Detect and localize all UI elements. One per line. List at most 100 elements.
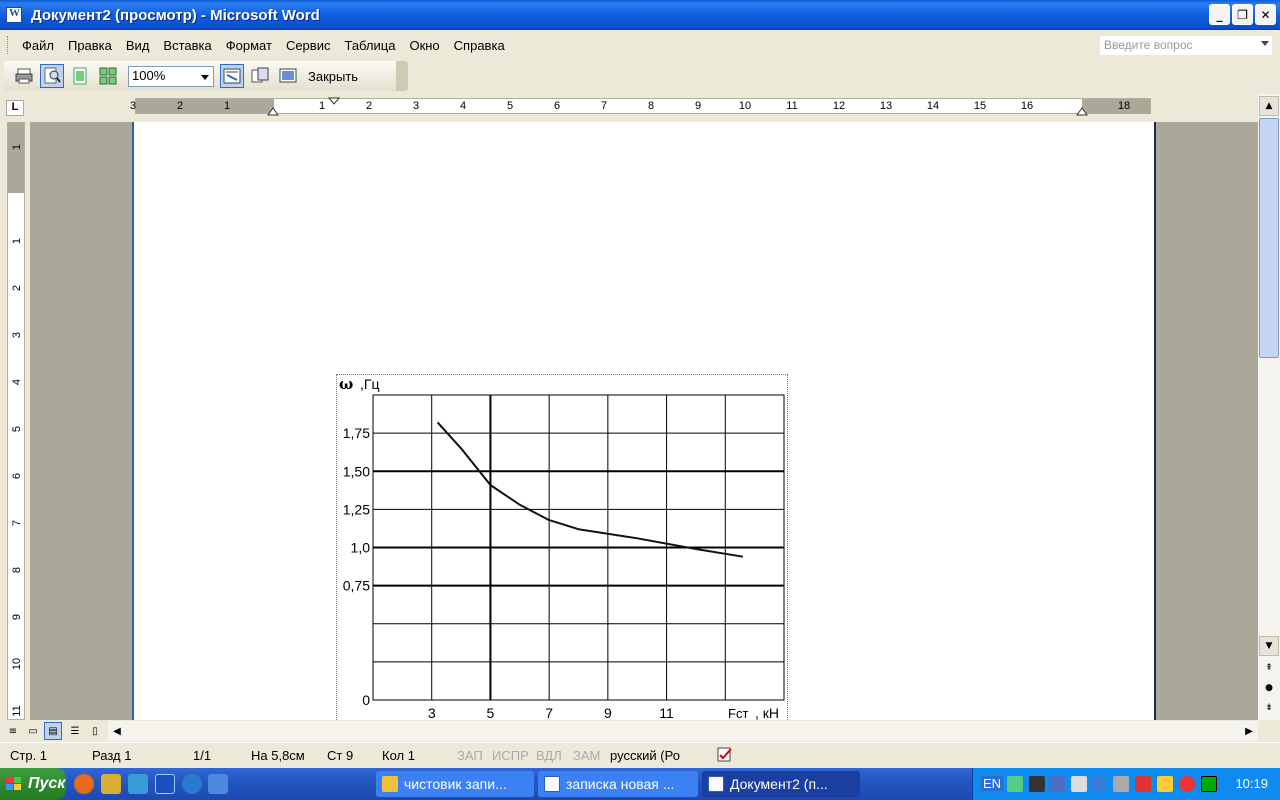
volume-icon[interactable] [1113, 776, 1129, 792]
taskbar-item-word-2[interactable]: Документ2 (п... [702, 771, 860, 797]
select-browse-object-icon[interactable]: ● [1259, 678, 1279, 698]
status-extend[interactable]: ВДЛ [536, 748, 562, 763]
menu-table[interactable]: Таблица [337, 38, 402, 53]
ruler-number: 1 [223, 100, 231, 112]
horizontal-ruler[interactable]: 3 2 1 1 2 3 4 5 6 7 8 9 10 11 12 13 14 1… [130, 97, 1151, 116]
document-area[interactable]: ω ,Гц 0 0,75 1,0 1,25 1,50 1,75 3 5 7 9 11 Fст , … [30, 122, 1258, 720]
upload-icon[interactable] [128, 774, 148, 794]
reading-view-icon[interactable]: ▯ [86, 722, 104, 740]
normal-view-icon[interactable]: ≡ [4, 722, 22, 740]
x-tick-label: 7 [545, 705, 553, 720]
window-title: Документ2 (просмотр) - Microsoft Word [31, 6, 320, 24]
toolbar-options-icon[interactable] [396, 61, 408, 91]
scroll-down-button[interactable]: ▼ [1259, 636, 1279, 656]
magnifier-button[interactable] [40, 64, 64, 88]
ruler-number: 4 [11, 378, 23, 386]
document-page[interactable]: ω ,Гц 0 0,75 1,0 1,25 1,50 1,75 3 5 7 9 11 Fст , … [132, 122, 1156, 720]
left-margin-area [136, 99, 274, 113]
tray-antivirus-icon[interactable] [1179, 776, 1195, 792]
tray-battery-icon[interactable] [1157, 776, 1173, 792]
menu-format[interactable]: Формат [219, 38, 279, 53]
tab-selector[interactable]: L [6, 100, 24, 116]
horizontal-scrollbar[interactable]: ◀ ▶ [108, 721, 1258, 741]
ruler-number: 3 [129, 100, 137, 112]
left-indent-marker-icon[interactable] [267, 106, 279, 116]
word-app-icon[interactable] [6, 7, 22, 23]
menu-tools[interactable]: Сервис [279, 38, 338, 53]
spelling-status-icon[interactable] [716, 747, 734, 763]
print-button[interactable] [12, 64, 36, 88]
language-indicator[interactable]: EN [981, 776, 1004, 791]
chart-grid [372, 394, 785, 701]
status-overtype[interactable]: ЗАМ [573, 748, 600, 763]
minimize-button[interactable]: _ [1209, 4, 1230, 25]
x-axis-unit: , кН [755, 705, 779, 720]
restore-button[interactable]: ❐ [1232, 4, 1253, 25]
scroll-left-button[interactable]: ◀ [108, 721, 126, 741]
tray-network-icon[interactable] [1049, 776, 1065, 792]
chevron-down-icon[interactable] [201, 74, 209, 80]
status-track-changes[interactable]: ИСПР [492, 748, 529, 763]
network-icon[interactable] [101, 774, 121, 794]
k-app-icon[interactable] [182, 774, 202, 794]
chevron-down-icon[interactable] [1261, 41, 1269, 46]
tray-update-icon[interactable] [1091, 776, 1107, 792]
help-search-input[interactable]: Введите вопрос [1100, 36, 1272, 55]
tray-app-icon[interactable] [1007, 776, 1023, 792]
close-button[interactable]: ✕ [1255, 4, 1276, 25]
tray-flag-icon[interactable] [1135, 776, 1151, 792]
zoom-select[interactable]: 100% [128, 65, 214, 87]
y-tick-label: 0 [362, 692, 370, 708]
print-layout-view-icon[interactable]: ▤ [44, 722, 62, 740]
status-page: Стр. 1 [10, 748, 48, 763]
close-preview-button[interactable]: Закрыть [308, 69, 358, 84]
menu-edit[interactable]: Правка [61, 38, 119, 53]
one-page-button[interactable] [68, 64, 92, 88]
menu-help[interactable]: Справка [447, 38, 512, 53]
outline-view-icon[interactable]: ☰ [66, 722, 84, 740]
ruler-number: 9 [694, 100, 702, 112]
vertical-ruler[interactable]: 1 1 2 3 4 5 6 7 8 9 10 11 [7, 122, 25, 720]
scroll-up-button[interactable]: ▲ [1259, 96, 1279, 116]
menu-insert[interactable]: Вставка [156, 38, 218, 53]
menu-grip[interactable] [7, 36, 10, 54]
y-tick-label: 0,75 [343, 578, 370, 594]
view-ruler-button[interactable] [220, 64, 244, 88]
taskbar-item-folder[interactable]: чистовик запи... [376, 771, 534, 797]
status-language[interactable]: русский (Ро [610, 748, 680, 763]
ruler-number: 5 [506, 100, 514, 112]
tray-device-icon[interactable] [1029, 776, 1045, 792]
word-icon [544, 776, 560, 792]
multiple-pages-button[interactable] [96, 64, 120, 88]
status-record[interactable]: ЗАП [457, 748, 483, 763]
tray-monitor-icon[interactable] [1201, 776, 1217, 792]
web-view-icon[interactable]: ▭ [24, 722, 42, 740]
shrink-to-fit-button[interactable] [248, 64, 272, 88]
chart-frame[interactable]: ω ,Гц 0 0,75 1,0 1,25 1,50 1,75 3 5 7 9 11 Fст , … [336, 374, 788, 720]
ruler-number: 10 [738, 100, 752, 112]
menu-view[interactable]: Вид [119, 38, 157, 53]
scroll-thumb[interactable] [1259, 118, 1279, 358]
firefox-icon[interactable] [74, 774, 94, 794]
menu-window[interactable]: Окно [402, 38, 446, 53]
preview-toolbar: 100% Закрыть [4, 61, 408, 91]
full-screen-button[interactable] [276, 64, 300, 88]
app-icon[interactable] [155, 774, 175, 794]
desktop-icon[interactable] [208, 774, 228, 794]
previous-page-icon[interactable]: ⇞ [1259, 658, 1279, 678]
next-page-icon[interactable]: ⇟ [1259, 698, 1279, 718]
ruler-number: 7 [11, 519, 23, 527]
ruler-number: 4 [459, 100, 467, 112]
scroll-right-button[interactable]: ▶ [1240, 721, 1258, 741]
tray-security-icon[interactable] [1071, 776, 1087, 792]
ruler-number: 1 [318, 100, 326, 112]
y-axis-symbol: ω [339, 375, 353, 393]
start-button[interactable]: Пуск [0, 768, 66, 800]
first-line-indent-icon[interactable] [328, 97, 340, 105]
ruler-number: 2 [11, 284, 23, 292]
right-indent-marker-icon[interactable] [1076, 106, 1088, 116]
menu-file[interactable]: Файл [15, 38, 61, 53]
taskbar-item-word-1[interactable]: записка новая ... [538, 771, 698, 797]
x-tick-label: 11 [659, 705, 674, 720]
vertical-scrollbar[interactable]: ▲ ▼ ⇞ ● ⇟ [1258, 94, 1280, 720]
